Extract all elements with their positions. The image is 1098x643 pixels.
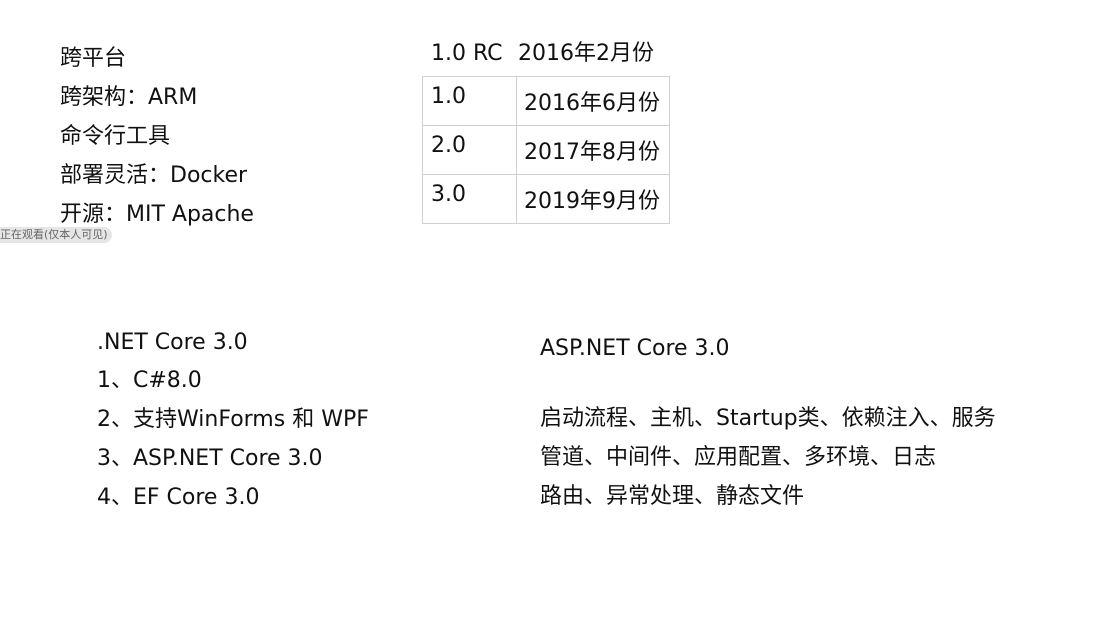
release-date: 2019年9月份 [516,174,670,224]
feature-item: 跨架构：ARM [60,85,198,110]
release-date: 2016年6月份 [516,76,670,126]
netcore-section: .NET Core 3.0 1、C#8.0 2、支持WinForms 和 WPF… [97,325,369,517]
table-row: 1.0 2016年6月份 [422,76,670,126]
table-row: 3.0 2019年9月份 [422,174,670,224]
list-item: 启动流程、主机、Startup类、依赖注入、服务 [540,406,996,431]
feature-item: 部署灵活：Docker [60,163,248,188]
release-version: 3.0 [422,174,517,224]
release-header-version: 1.0 RC [431,41,503,66]
list-item: 3、ASP.NET Core 3.0 [97,446,323,471]
netcore-title: .NET Core 3.0 [97,330,248,355]
list-item: 管道、中间件、应用配置、多环境、日志 [540,445,937,470]
release-version: 1.0 [422,76,517,126]
table-row: 2.0 2017年8月份 [422,125,670,175]
release-table: 1.0 2016年6月份 2.0 2017年8月份 3.0 2019年9月份 [422,76,670,224]
list-item: 路由、异常处理、静态文件 [540,484,805,509]
list-item: 1、C#8.0 [97,368,202,393]
feature-list: 跨平台 跨架构：ARM 命令行工具 部署灵活：Docker 开源：MIT Apa… [60,39,254,234]
list-item: 4、EF Core 3.0 [97,485,260,510]
release-version: 2.0 [422,125,517,175]
aspnetcore-section: ASP.NET Core 3.0 启动流程、主机、Startup类、依赖注入、服… [540,330,996,516]
release-date: 2017年8月份 [516,125,670,175]
release-header: 1.0 RC 2016年2月份 [431,37,654,71]
release-header-date: 2016年2月份 [518,41,654,66]
aspnetcore-title: ASP.NET Core 3.0 [540,336,730,361]
watching-watermark: 正在观看(仅本人可见) [0,227,112,243]
feature-item: 命令行工具 [60,124,171,149]
list-item: 2、支持WinForms 和 WPF [97,407,369,432]
feature-item: 跨平台 [60,46,127,71]
